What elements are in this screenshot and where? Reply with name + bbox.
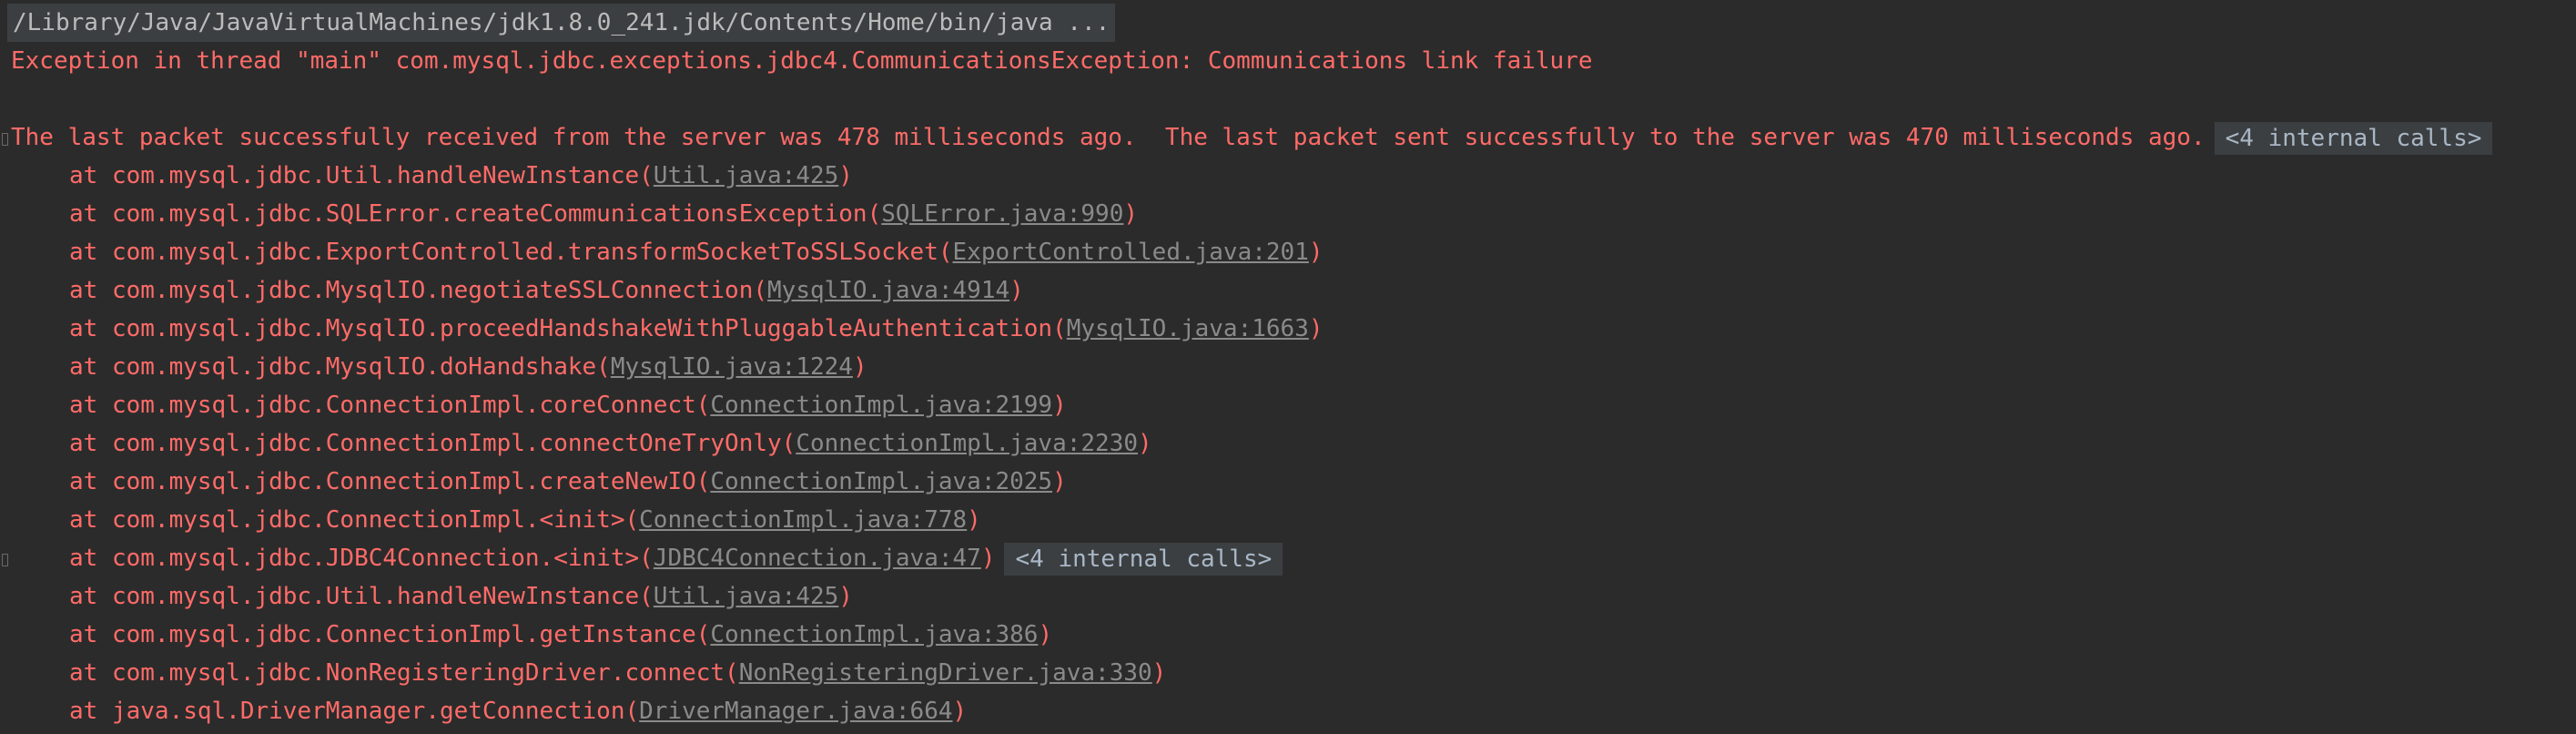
stack-frame-close-paren: ) xyxy=(952,698,968,725)
stack-frame-row: at com.mysql.jdbc.ConnectionImpl.createN… xyxy=(69,463,1067,501)
source-file-link[interactable]: DriverManager.java:664 xyxy=(639,698,952,725)
source-file-link[interactable]: ExportControlled.java:201 xyxy=(953,239,1309,266)
source-file-link[interactable]: SQLError.java:990 xyxy=(881,200,1123,228)
stack-frame-close-paren: ) xyxy=(1052,392,1067,419)
source-file-link[interactable]: MysqlIO.java:4914 xyxy=(767,277,1009,304)
stack-frame-row: at com.mysql.jdbc.ConnectionImpl.<init>(… xyxy=(69,501,981,539)
source-file-link[interactable]: ConnectionImpl.java:2230 xyxy=(796,430,1138,457)
stack-frame-method: at com.mysql.jdbc.MysqlIO.negotiateSSLCo… xyxy=(69,277,768,304)
stack-frame-row: at com.mysql.jdbc.MysqlIO.doHandshake(My… xyxy=(69,348,867,386)
fold-marker-icon[interactable] xyxy=(2,554,8,566)
stack-frame-row: at com.mysql.jdbc.Util.handleNewInstance… xyxy=(69,577,853,616)
source-file-link[interactable]: MysqlIO.java:1224 xyxy=(611,353,853,381)
stack-frame-close-paren: ) xyxy=(1038,621,1053,648)
internal-calls-fold-toggle[interactable]: <4 internal calls> xyxy=(2214,121,2493,155)
stack-frame-close-paren: ) xyxy=(1052,468,1067,495)
stack-frame-row: at com.mysql.jdbc.ConnectionImpl.connect… xyxy=(69,424,1152,463)
fold-marker-icon[interactable] xyxy=(2,133,8,146)
stack-frame-method: at com.mysql.jdbc.SQLError.createCommuni… xyxy=(69,200,882,228)
stack-frame-close-paren: ) xyxy=(1308,239,1323,266)
stack-frame-method: at com.mysql.jdbc.ConnectionImpl.<init>( xyxy=(69,506,640,534)
stack-frame-method: at com.mysql.jdbc.MysqlIO.proceedHandsha… xyxy=(69,315,1067,342)
stack-frame-method: at com.mysql.jdbc.Util.handleNewInstance… xyxy=(69,162,654,189)
stack-frame-method: at java.sql.DriverManager.getConnection( xyxy=(69,698,640,725)
stack-frame-row: at java.sql.DriverManager.getConnection(… xyxy=(69,692,967,730)
stack-frame-row: at com.mysql.jdbc.Util.handleNewInstance… xyxy=(69,157,853,195)
stack-frame-method: at com.mysql.jdbc.JDBC4Connection.<init>… xyxy=(69,545,654,572)
exception-header: Exception in thread "main" com.mysql.jdb… xyxy=(11,47,1593,75)
source-file-link[interactable]: ConnectionImpl.java:2199 xyxy=(710,392,1052,419)
stack-frame-row: at com.mysql.jdbc.ConnectionImpl.getInst… xyxy=(69,616,1052,654)
stack-frame-method: at com.mysql.jdbc.Util.handleNewInstance… xyxy=(69,583,654,610)
stack-frame-close-paren: ) xyxy=(1009,277,1024,304)
stack-frame-row: at com.mysql.jdbc.ExportControlled.trans… xyxy=(69,233,1323,271)
exception-message-text: The last packet successfully received fr… xyxy=(11,124,2206,151)
stack-frame-close-paren: ) xyxy=(852,353,867,381)
source-file-link[interactable]: ConnectionImpl.java:778 xyxy=(639,506,967,534)
stack-frame-close-paren: ) xyxy=(1123,200,1139,228)
stack-frame-method: at com.mysql.jdbc.ConnectionImpl.coreCon… xyxy=(69,392,711,419)
stack-frame-close-paren: ) xyxy=(1138,430,1152,457)
command-line[interactable]: /Library/Java/JavaVirtualMachines/jdk1.8… xyxy=(7,4,1116,42)
source-file-link[interactable]: JDBC4Connection.java:47 xyxy=(654,545,981,572)
stack-frame-method: at com.mysql.jdbc.ConnectionImpl.getInst… xyxy=(69,621,711,648)
stack-frame-method: at com.mysql.jdbc.MysqlIO.doHandshake( xyxy=(69,353,611,381)
stack-frame-method: at com.mysql.jdbc.ConnectionImpl.createN… xyxy=(69,468,711,495)
source-file-link[interactable]: ConnectionImpl.java:2025 xyxy=(710,468,1052,495)
stack-frame-close-paren: ) xyxy=(980,545,996,572)
stack-frame-close-paren: ) xyxy=(967,506,981,534)
stack-frame-row: at com.mysql.jdbc.MysqlIO.proceedHandsha… xyxy=(69,310,1323,348)
exception-message: The last packet successfully received fr… xyxy=(11,118,2493,157)
source-file-link[interactable]: NonRegisteringDriver.java:330 xyxy=(739,659,1152,687)
stack-frame-close-paren: ) xyxy=(838,583,853,610)
stack-frame-method: at com.mysql.jdbc.ConnectionImpl.connect… xyxy=(69,430,796,457)
stack-frame-row: at com.mysql.jdbc.SQLError.createCommuni… xyxy=(69,195,1138,233)
stack-frame-close-paren: ) xyxy=(1151,659,1167,687)
stack-frame-row: at com.mysql.jdbc.MysqlIO.negotiateSSLCo… xyxy=(69,271,1024,310)
source-file-link[interactable]: ConnectionImpl.java:386 xyxy=(710,621,1038,648)
stack-frame-row: at com.mysql.jdbc.ConnectionImpl.coreCon… xyxy=(69,386,1067,424)
internal-calls-fold-toggle[interactable]: <4 internal calls> xyxy=(1004,542,1283,576)
stack-frame-method: at com.mysql.jdbc.ExportControlled.trans… xyxy=(69,239,953,266)
stack-frame-method: at com.mysql.jdbc.NonRegisteringDriver.c… xyxy=(69,659,739,687)
run-console[interactable]: /Library/Java/JavaVirtualMachines/jdk1.8… xyxy=(0,0,2576,734)
stack-frame-close-paren: ) xyxy=(1308,315,1323,342)
source-file-link[interactable]: MysqlIO.java:1663 xyxy=(1067,315,1309,342)
source-file-link[interactable]: Util.java:425 xyxy=(654,583,839,610)
source-file-link[interactable]: Util.java:425 xyxy=(654,162,839,189)
stack-frame-row: at com.mysql.jdbc.JDBC4Connection.<init>… xyxy=(69,539,1283,577)
stack-frame-close-paren: ) xyxy=(838,162,853,189)
stack-frame-row: at com.mysql.jdbc.NonRegisteringDriver.c… xyxy=(69,654,1166,692)
